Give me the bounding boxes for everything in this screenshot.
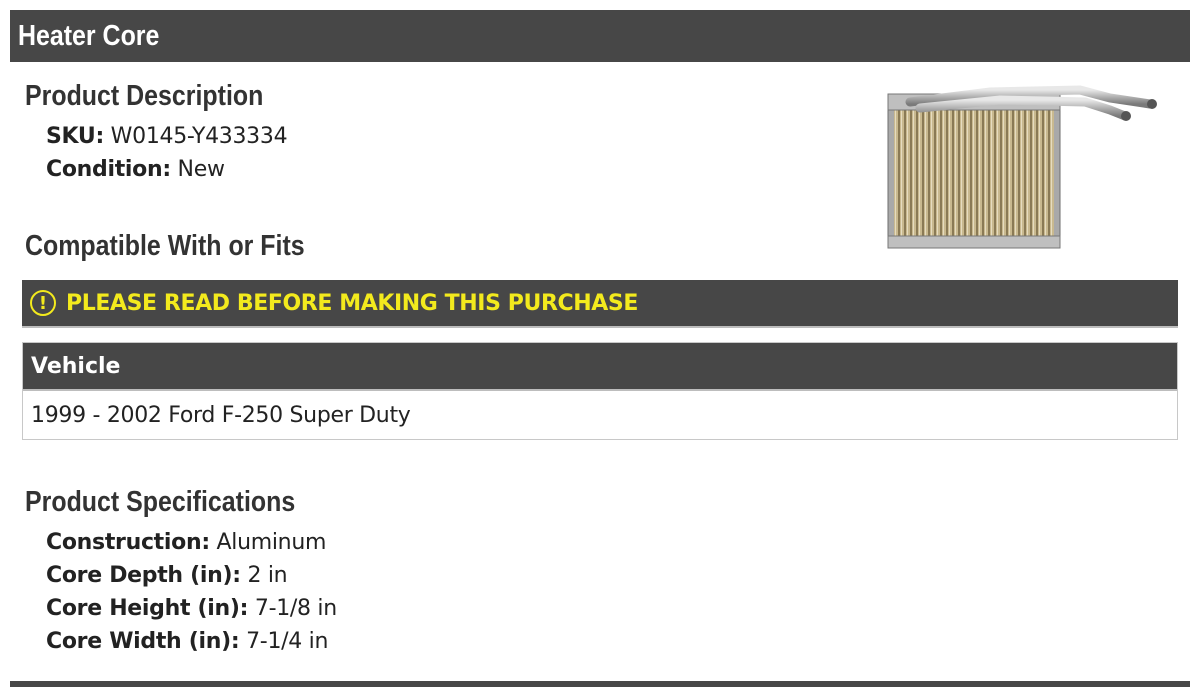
- purchase-warning-banner[interactable]: ! PLEASE READ BEFORE MAKING THIS PURCHAS…: [22, 280, 1178, 328]
- warning-text: PLEASE READ BEFORE MAKING THIS PURCHASE: [66, 290, 638, 316]
- compatibility-heading: Compatible With or Fits: [25, 230, 305, 262]
- spec-value: Aluminum: [216, 530, 327, 555]
- heater-core-image: [887, 85, 1157, 249]
- sku-line: SKU: W0145-Y433334: [46, 124, 288, 149]
- specifications-heading: Product Specifications: [25, 486, 296, 518]
- spec-value: 2 in: [247, 563, 288, 588]
- spec-label: Core Width (in):: [46, 629, 240, 654]
- spec-label: Core Height (in):: [46, 596, 249, 621]
- page-title: Heater Core: [18, 19, 160, 52]
- vehicle-row: 1999 - 2002 Ford F-250 Super Duty: [31, 402, 411, 428]
- alert-circle-icon: !: [30, 290, 56, 316]
- spec-label: Core Depth (in):: [46, 563, 241, 588]
- bottom-divider: [10, 681, 1190, 687]
- spec-row: Core Height (in): 7-1/8 in: [46, 596, 337, 621]
- spec-value: 7-1/4 in: [246, 629, 329, 654]
- title-bar: Heater Core: [10, 10, 1190, 62]
- condition-label: Condition:: [46, 157, 171, 182]
- sku-label: SKU:: [46, 124, 104, 149]
- condition-line: Condition: New: [46, 157, 225, 182]
- spec-label: Construction:: [46, 530, 210, 555]
- condition-value: New: [177, 157, 225, 182]
- vehicle-table: Vehicle 1999 - 2002 Ford F-250 Super Dut…: [22, 342, 1178, 440]
- spec-row: Core Width (in): 7-1/4 in: [46, 629, 328, 654]
- spec-row: Construction: Aluminum: [46, 530, 326, 555]
- product-description-heading: Product Description: [25, 80, 264, 112]
- vehicle-column-header: Vehicle: [23, 343, 1177, 391]
- spec-value: 7-1/8 in: [254, 596, 337, 621]
- spec-row: Core Depth (in): 2 in: [46, 563, 288, 588]
- sku-value: W0145-Y433334: [110, 124, 288, 149]
